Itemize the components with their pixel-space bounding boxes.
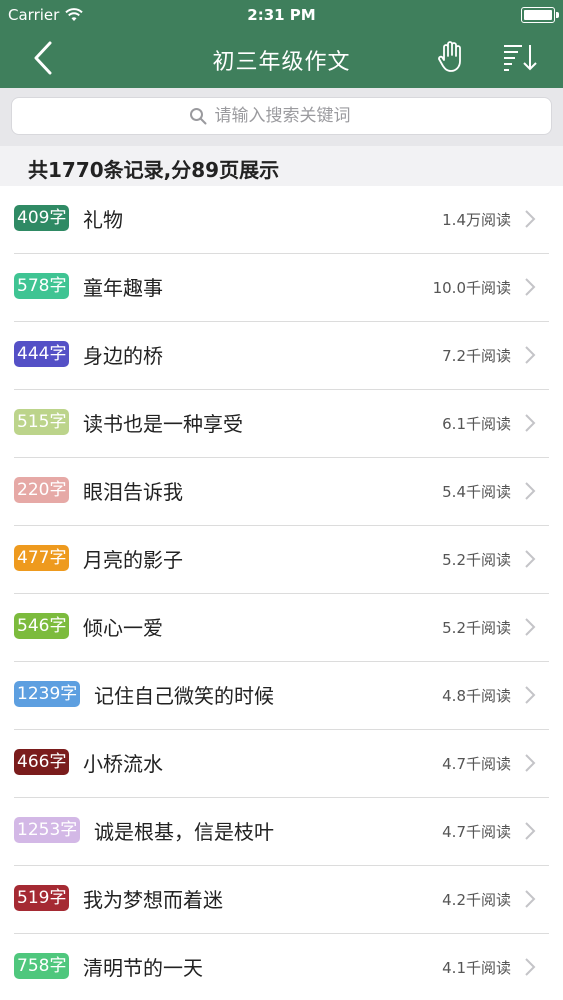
- word-count-badge: 1239字: [14, 681, 81, 707]
- record-summary: 共1770条记录,分89页展示: [0, 146, 563, 186]
- status-bar: Carrier 2:31 PM: [0, 0, 563, 30]
- word-count-badge: 578字: [14, 273, 70, 299]
- essay-title: 身边的桥: [83, 344, 163, 368]
- essay-title: 童年趣事: [83, 276, 163, 300]
- essay-title: 读书也是一种享受: [83, 412, 243, 436]
- essay-title: 清明节的一天: [83, 956, 203, 980]
- read-count: 5.2千阅读: [442, 619, 511, 637]
- list-item[interactable]: 1253字 诚是根基，信是枝叶 4.7千阅读: [0, 798, 563, 866]
- read-count: 4.2千阅读: [442, 891, 511, 909]
- word-count-badge: 515字: [14, 409, 70, 435]
- list-item[interactable]: 515字 读书也是一种享受 6.1千阅读: [0, 390, 563, 458]
- word-count-badge: 409字: [14, 205, 70, 231]
- word-count-badge: 466字: [14, 749, 70, 775]
- list-item[interactable]: 409字 礼物 1.4万阅读: [0, 186, 563, 254]
- chevron-right-icon: [525, 482, 536, 500]
- page-title: 初三年级作文: [212, 50, 351, 75]
- chevron-right-icon: [525, 754, 536, 772]
- search-icon: [189, 108, 206, 125]
- essay-title: 眼泪告诉我: [83, 480, 183, 504]
- essay-title: 礼物: [83, 208, 123, 232]
- word-count-badge: 519字: [14, 885, 70, 911]
- read-count: 5.4千阅读: [442, 483, 511, 501]
- list-item[interactable]: 1239字 记住自己微笑的时候 4.8千阅读: [0, 662, 563, 730]
- read-count: 4.7千阅读: [442, 755, 511, 773]
- status-time: 2:31 PM: [247, 6, 316, 24]
- search-bar: [0, 88, 563, 146]
- chevron-right-icon: [525, 550, 536, 568]
- battery-icon: [521, 7, 559, 23]
- chevron-right-icon: [525, 618, 536, 636]
- read-count: 1.4万阅读: [442, 211, 511, 229]
- word-count-badge: 444字: [14, 341, 70, 367]
- navigation-header: Carrier 2:31 PM 初三年级作文: [0, 0, 563, 88]
- list-item[interactable]: 466字 小桥流水 4.7千阅读: [0, 730, 563, 798]
- essay-list: 409字 礼物 1.4万阅读 578字 童年趣事 10.0千阅读 444字 身边的桥 7.2千阅…: [0, 186, 563, 1000]
- essay-title: 我为梦想而着迷: [83, 888, 223, 912]
- word-count-badge: 546字: [14, 613, 70, 639]
- chevron-right-icon: [525, 822, 536, 840]
- search-input[interactable]: [214, 106, 375, 126]
- chevron-right-icon: [525, 890, 536, 908]
- read-count: 6.1千阅读: [442, 415, 511, 433]
- sort-button[interactable]: [502, 42, 538, 72]
- hand-button[interactable]: [436, 40, 466, 74]
- list-item[interactable]: 578字 童年趣事 10.0千阅读: [0, 254, 563, 322]
- list-item[interactable]: 519字 我为梦想而着迷 4.2千阅读: [0, 866, 563, 934]
- read-count: 10.0千阅读: [432, 279, 511, 297]
- word-count-badge: 220字: [14, 477, 70, 503]
- list-item[interactable]: 220字 眼泪告诉我 5.4千阅读: [0, 458, 563, 526]
- hand-icon: [438, 41, 461, 72]
- chevron-right-icon: [525, 414, 536, 432]
- list-item[interactable]: 546字 倾心一爱 5.2千阅读: [0, 594, 563, 662]
- list-item[interactable]: 758字 清明节的一天 4.1千阅读: [0, 934, 563, 1000]
- essay-title: 月亮的影子: [83, 548, 183, 572]
- chevron-right-icon: [525, 210, 536, 228]
- chevron-right-icon: [525, 346, 536, 364]
- essay-title: 诚是根基，信是枝叶: [94, 820, 274, 844]
- read-count: 4.1千阅读: [442, 959, 511, 977]
- read-count: 7.2千阅读: [442, 347, 511, 365]
- sort-icon: [504, 45, 537, 71]
- word-count-badge: 758字: [14, 953, 70, 979]
- read-count: 4.7千阅读: [442, 823, 511, 841]
- search-box[interactable]: [11, 97, 552, 135]
- word-count-badge: 1253字: [14, 817, 81, 843]
- read-count: 5.2千阅读: [442, 551, 511, 569]
- chevron-right-icon: [525, 278, 536, 296]
- word-count-badge: 477字: [14, 545, 70, 571]
- list-item[interactable]: 477字 月亮的影子 5.2千阅读: [0, 526, 563, 594]
- nav-bar: 初三年级作文: [0, 30, 563, 88]
- essay-title: 记住自己微笑的时候: [94, 684, 274, 708]
- essay-title: 倾心一爱: [83, 616, 163, 640]
- list-item[interactable]: 444字 身边的桥 7.2千阅读: [0, 322, 563, 390]
- read-count: 4.8千阅读: [442, 687, 511, 705]
- chevron-right-icon: [525, 958, 536, 976]
- essay-title: 小桥流水: [83, 752, 163, 776]
- chevron-right-icon: [525, 686, 536, 704]
